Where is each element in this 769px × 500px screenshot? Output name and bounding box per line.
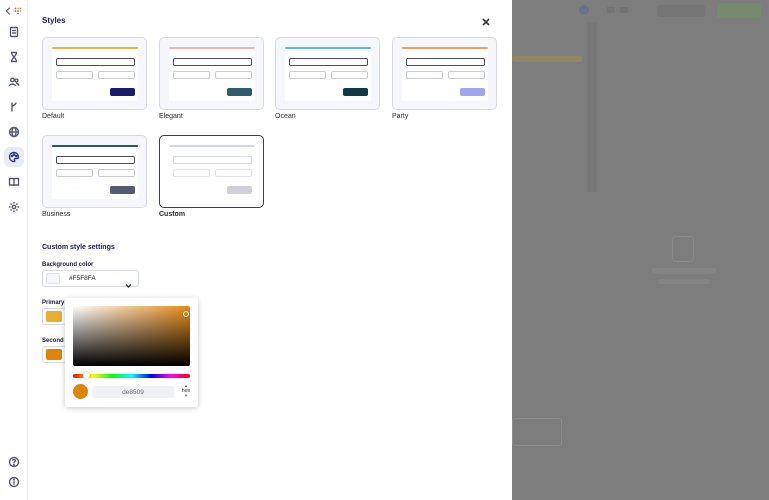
background-empty-state-text xyxy=(652,268,716,274)
primary-color-label: Primary xyxy=(42,300,65,306)
left-icon-rail xyxy=(0,0,28,500)
branch-icon[interactable] xyxy=(7,100,21,114)
hue-slider[interactable] xyxy=(73,372,190,379)
hourglass-icon[interactable] xyxy=(7,50,21,64)
preview-input xyxy=(215,71,252,79)
custom-settings-title: Custom style settings xyxy=(42,244,115,251)
preview-button xyxy=(110,88,135,96)
style-bar xyxy=(169,145,255,147)
hex-input[interactable] xyxy=(92,386,174,398)
style-preview xyxy=(285,47,371,101)
preview-input xyxy=(56,58,135,66)
book-icon[interactable] xyxy=(7,175,21,189)
style-preview xyxy=(52,145,138,199)
style-bar xyxy=(169,47,255,49)
preview-button xyxy=(227,88,252,96)
style-card-ocean[interactable] xyxy=(275,37,380,110)
settings-icon[interactable] xyxy=(7,200,21,214)
preview-input xyxy=(331,71,368,79)
style-label-business: Business xyxy=(42,211,71,218)
preview-input xyxy=(173,169,210,177)
styles-panel: Styles Default Elegant Ocean Party Busin… xyxy=(28,0,512,500)
close-button[interactable] xyxy=(480,16,492,28)
primary-color-swatch xyxy=(46,311,62,322)
chevron-down-icon: ▼ xyxy=(184,393,188,398)
info-icon[interactable] xyxy=(7,475,21,489)
preview-input xyxy=(56,156,135,164)
preview-input xyxy=(406,71,443,79)
background-icon xyxy=(607,7,615,13)
style-card-custom[interactable] xyxy=(159,135,264,208)
background-button xyxy=(657,5,705,17)
style-label-ocean: Ocean xyxy=(275,113,296,120)
style-preview xyxy=(52,47,138,101)
background-color-select[interactable]: #F5F8FA xyxy=(42,270,139,289)
preview-input xyxy=(215,169,252,177)
selected-color-preview xyxy=(73,384,88,399)
preview-input xyxy=(289,71,326,79)
style-preview xyxy=(402,47,488,101)
preview-input xyxy=(98,169,135,177)
saturation-knob[interactable] xyxy=(183,311,189,317)
chevron-left-icon[interactable] xyxy=(3,4,13,18)
users-icon[interactable] xyxy=(7,75,21,89)
chevron-down-icon xyxy=(125,276,132,289)
color-picker-popover: ▲ hex ▼ xyxy=(65,298,198,407)
app-logo-icon[interactable] xyxy=(13,4,23,18)
color-mode-toggle[interactable]: ▲ hex ▼ xyxy=(179,383,193,399)
preview-input xyxy=(98,71,135,79)
preview-input xyxy=(173,58,252,66)
preview-input xyxy=(56,71,93,79)
style-card-business[interactable] xyxy=(42,135,147,208)
saturation-area[interactable] xyxy=(73,306,190,366)
help-icon[interactable] xyxy=(7,455,21,469)
background-scrollbar xyxy=(587,22,597,192)
preview-input xyxy=(406,58,485,66)
preview-button xyxy=(460,88,485,96)
background-primary-button xyxy=(717,3,761,18)
style-label-elegant: Elegant xyxy=(159,113,183,120)
preview-input xyxy=(173,71,210,79)
preview-input xyxy=(56,169,93,177)
style-label-custom: Custom xyxy=(159,211,186,218)
style-card-default[interactable] xyxy=(42,37,147,110)
globe-icon[interactable] xyxy=(7,125,21,139)
modal-backdrop[interactable] xyxy=(512,0,769,500)
secondary-color-label: Second xyxy=(42,338,64,344)
style-card-party[interactable] xyxy=(392,37,497,110)
preview-button xyxy=(110,186,135,194)
background-color-swatch xyxy=(46,273,60,284)
style-preview xyxy=(169,47,255,101)
style-label-default: Default xyxy=(42,113,65,120)
background-icon xyxy=(620,7,628,13)
panel-title: Styles xyxy=(42,16,66,25)
document-icon[interactable] xyxy=(7,25,21,39)
secondary-color-swatch xyxy=(46,349,62,360)
palette-icon[interactable] xyxy=(4,147,24,167)
style-bar xyxy=(402,47,488,49)
style-bar xyxy=(285,47,371,49)
style-card-elegant[interactable] xyxy=(159,37,264,110)
style-bar xyxy=(52,47,138,49)
background-empty-state-text xyxy=(658,279,710,284)
preview-input xyxy=(448,71,485,79)
background-avatar xyxy=(579,5,589,15)
background-card xyxy=(512,418,562,446)
preview-button xyxy=(227,186,252,194)
preview-button xyxy=(343,88,368,96)
style-preview xyxy=(169,145,255,199)
background-progress-bar xyxy=(512,56,582,62)
background-color-value: #F5F8FA xyxy=(69,275,96,282)
background-empty-state-icon xyxy=(672,236,694,262)
background-color-label: Background color xyxy=(42,262,94,268)
preview-input xyxy=(289,58,368,66)
hue-slider-knob[interactable] xyxy=(83,372,90,379)
style-label-party: Party xyxy=(392,113,409,120)
close-icon xyxy=(482,18,490,26)
preview-input xyxy=(173,156,252,164)
style-bar xyxy=(52,145,138,147)
